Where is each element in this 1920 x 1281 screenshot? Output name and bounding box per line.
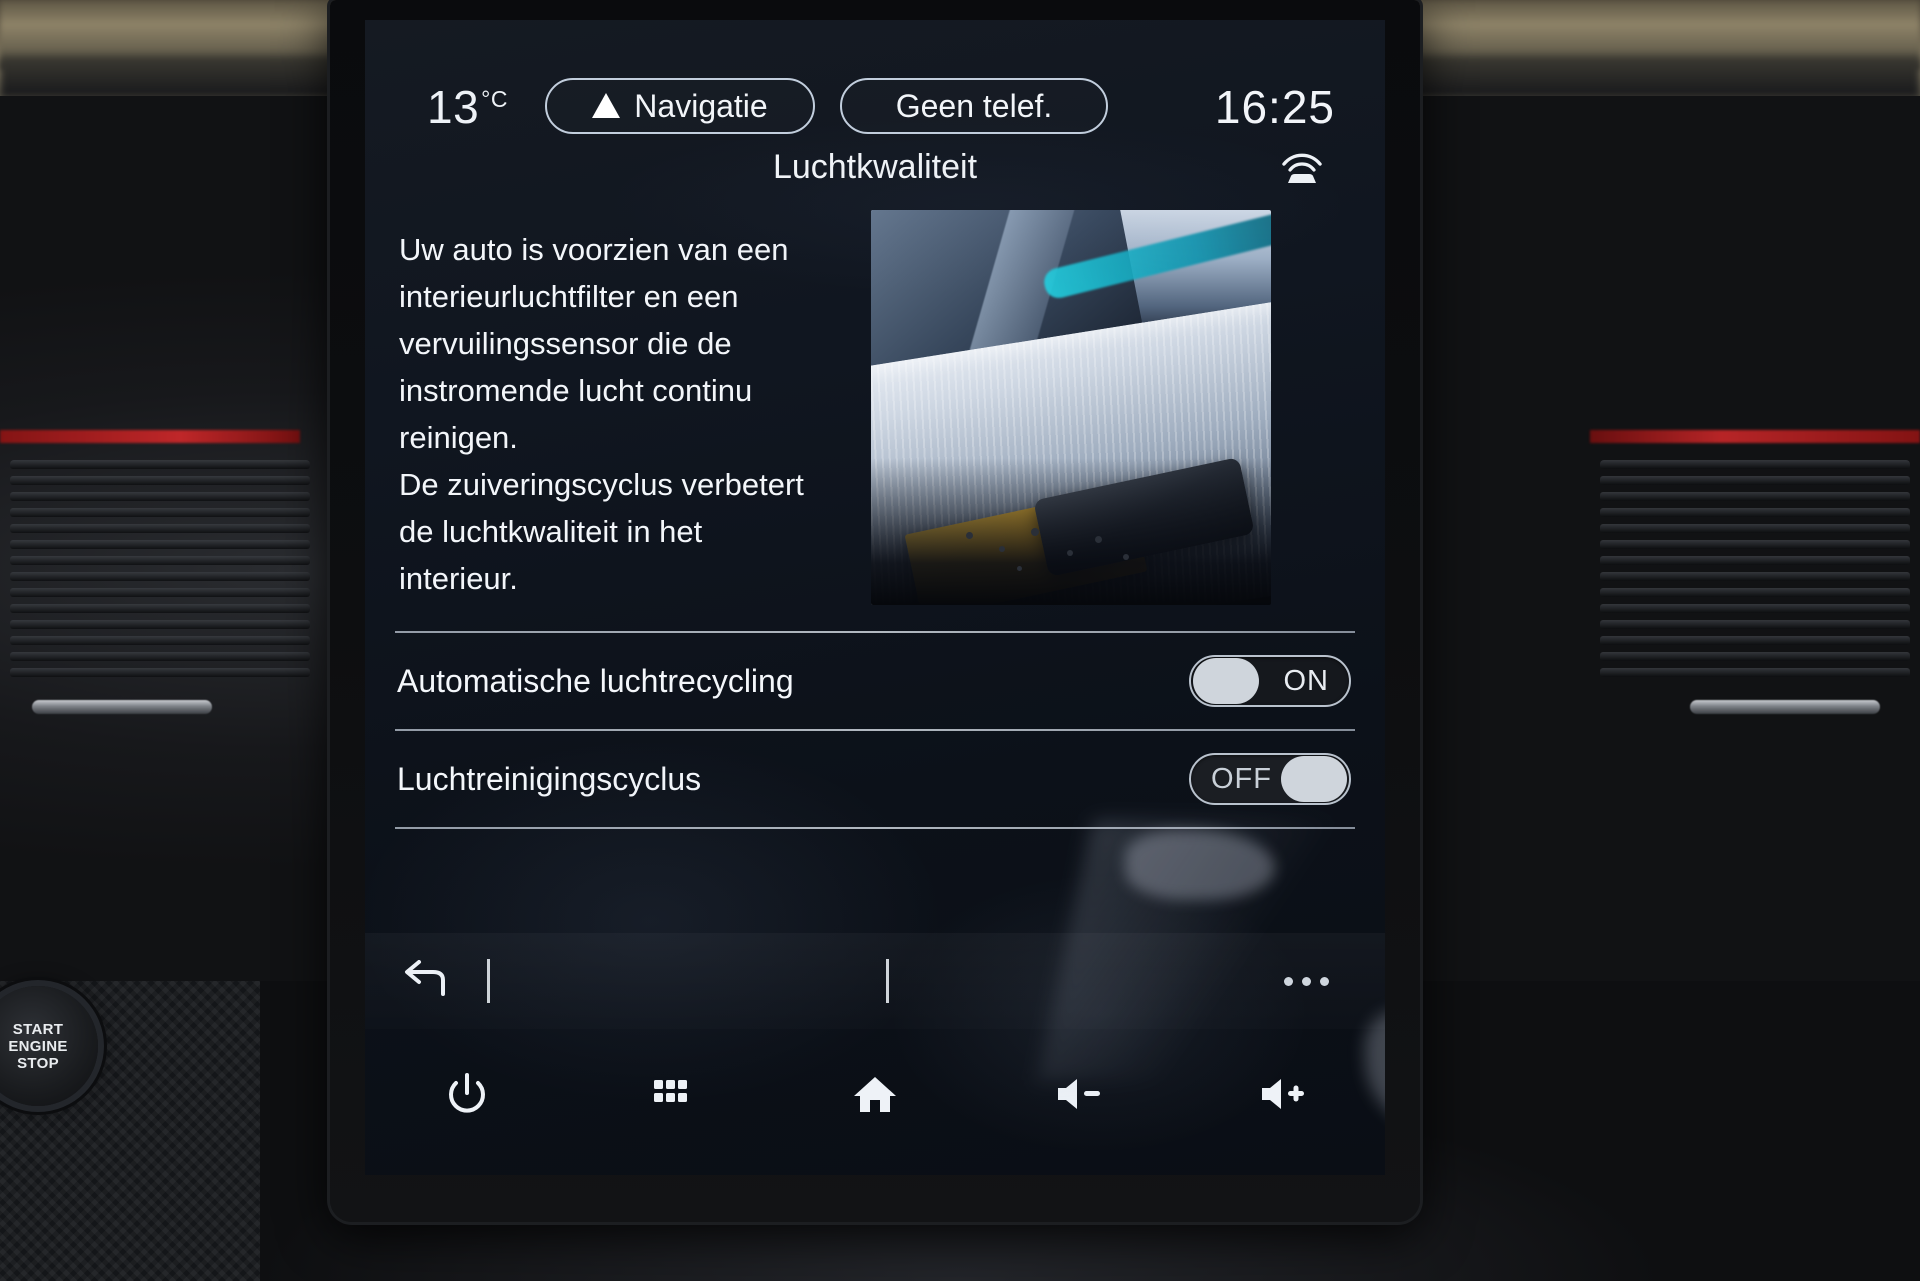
start-stop-line1: START <box>12 1020 64 1038</box>
illustration-dust-7 <box>1123 554 1129 560</box>
setting-label-air-cleaning-cycle: Luchtreinigingscyclus <box>397 760 702 797</box>
app-bar-separator-right <box>885 959 889 1003</box>
vent-louver <box>10 460 310 469</box>
infotainment-bezel: 13°C Navigatie Geen telef. 16:25 Luchtkw… <box>330 0 1420 1222</box>
vent-louver <box>1600 524 1910 533</box>
vent-louver <box>1600 540 1910 549</box>
air-quality-illustration <box>871 210 1271 605</box>
red-trim-left <box>0 430 300 443</box>
screen-glare-c <box>1125 830 1275 900</box>
phone-shortcut-button[interactable]: Geen telef. <box>840 78 1108 134</box>
status-bar: 13°C Navigatie Geen telef. 16:25 <box>365 46 1385 183</box>
navigation-shortcut-label: Navigatie <box>634 87 768 124</box>
start-stop-label: START ENGINE STOP <box>8 1021 67 1072</box>
description-line-7: de luchtkwaliteit in het <box>399 514 703 549</box>
dot-1 <box>1284 976 1293 986</box>
vent-louver <box>1600 556 1910 565</box>
description-line-5: reinigen. <box>399 420 518 455</box>
vent-louver <box>1600 492 1910 501</box>
vent-louver <box>1600 652 1910 661</box>
toggle-knob <box>1193 658 1259 704</box>
air-vent-right <box>1600 460 1910 690</box>
vent-louver <box>1600 636 1910 645</box>
air-quality-description: Uw auto is voorzien van een interieurluc… <box>387 210 857 605</box>
toggle-auto-air-recycling[interactable]: ON <box>1189 655 1351 707</box>
page-title: Luchtkwaliteit <box>772 148 978 186</box>
vent-louver <box>10 636 310 645</box>
vent-louver <box>1600 604 1910 613</box>
toggle-knob <box>1281 756 1347 802</box>
illustration-dust-6 <box>1017 566 1022 571</box>
home-button[interactable] <box>835 1061 915 1127</box>
divider-bottom <box>395 827 1355 829</box>
setting-row-air-cleaning-cycle[interactable]: Luchtreinigingscyclus OFF <box>365 731 1385 827</box>
divider-middle <box>395 729 1355 731</box>
dot-2 <box>1302 976 1311 986</box>
page-content: Uw auto is voorzien van een interieurluc… <box>365 210 1385 829</box>
air-vent-left <box>10 460 310 690</box>
vent-louver <box>1600 588 1910 597</box>
description-line-2: interieurluchtfilter en een <box>399 279 739 314</box>
illustration-dust-1 <box>966 532 973 539</box>
volume-up-button[interactable] <box>1243 1061 1323 1127</box>
outside-temperature: 13°C <box>427 80 508 134</box>
vent-louver <box>1600 620 1910 629</box>
vent-louver <box>10 652 310 661</box>
start-stop-line2: ENGINE <box>8 1037 68 1055</box>
setting-row-auto-air-recycling[interactable]: Automatische luchtrecycling ON <box>365 633 1385 729</box>
description-line-1: Uw auto is voorzien van een <box>399 232 789 267</box>
vent-chrome-left <box>32 700 212 714</box>
vent-louver <box>10 508 310 517</box>
description-line-4: instromende lucht continu <box>399 373 753 408</box>
navigation-shortcut-button[interactable]: Navigatie <box>545 78 815 134</box>
more-options-icon[interactable] <box>1284 976 1329 986</box>
bottom-nav-bar <box>365 1035 1385 1153</box>
vent-louver <box>10 492 310 501</box>
vent-louver <box>10 620 310 629</box>
toggle-state-label: ON <box>1283 664 1329 697</box>
description-line-3: vervuilingssensor die de <box>399 326 732 361</box>
vent-louver <box>1600 460 1910 469</box>
toggle-state-label: OFF <box>1211 762 1272 795</box>
vent-louver <box>10 588 310 597</box>
vent-louver <box>10 668 310 677</box>
vent-louver <box>1600 508 1910 517</box>
app-bar <box>365 933 1385 1029</box>
setting-label-auto-air-recycling: Automatische luchtrecycling <box>397 662 794 699</box>
apps-button[interactable] <box>631 1061 711 1127</box>
phone-shortcut-label: Geen telef. <box>895 87 1053 124</box>
illustration-dust-2 <box>999 546 1005 552</box>
vent-louver <box>1600 476 1910 485</box>
vent-louver <box>10 524 310 533</box>
illustration-shadow <box>871 458 1271 605</box>
description-line-6: De zuiveringscyclus verbetert <box>399 467 804 502</box>
vent-louver <box>10 572 310 581</box>
infotainment-screen[interactable]: 13°C Navigatie Geen telef. 16:25 Luchtkw… <box>365 20 1385 1175</box>
back-arrow-icon[interactable] <box>399 960 447 1002</box>
illustration-dust-3 <box>1031 528 1039 536</box>
vent-louver <box>10 476 310 485</box>
vent-louver <box>10 556 310 565</box>
dot-3 <box>1320 976 1329 986</box>
description-line-8: interieur. <box>399 561 518 596</box>
info-section: Uw auto is voorzien van een interieurluc… <box>365 210 1385 605</box>
vent-louver <box>10 604 310 613</box>
app-bar-separator-left <box>487 959 490 1003</box>
vent-louver <box>10 540 310 549</box>
illustration-dust-5 <box>1095 536 1102 543</box>
red-trim-right <box>1590 430 1920 443</box>
illustration-dust-4 <box>1067 550 1073 556</box>
divider-top <box>395 631 1355 633</box>
clock: 16:25 <box>1214 81 1335 133</box>
temperature-unit: °C <box>481 85 508 112</box>
vent-louver <box>1600 572 1910 581</box>
power-button[interactable] <box>427 1061 507 1127</box>
navigation-arrow-icon <box>592 92 621 118</box>
vent-louver <box>1600 668 1910 677</box>
vent-chrome-right <box>1690 700 1880 714</box>
toggle-air-cleaning-cycle[interactable]: OFF <box>1189 753 1351 805</box>
start-stop-line3: STOP <box>17 1054 59 1072</box>
volume-down-button[interactable] <box>1039 1061 1119 1127</box>
temperature-value: 13 <box>427 81 480 133</box>
